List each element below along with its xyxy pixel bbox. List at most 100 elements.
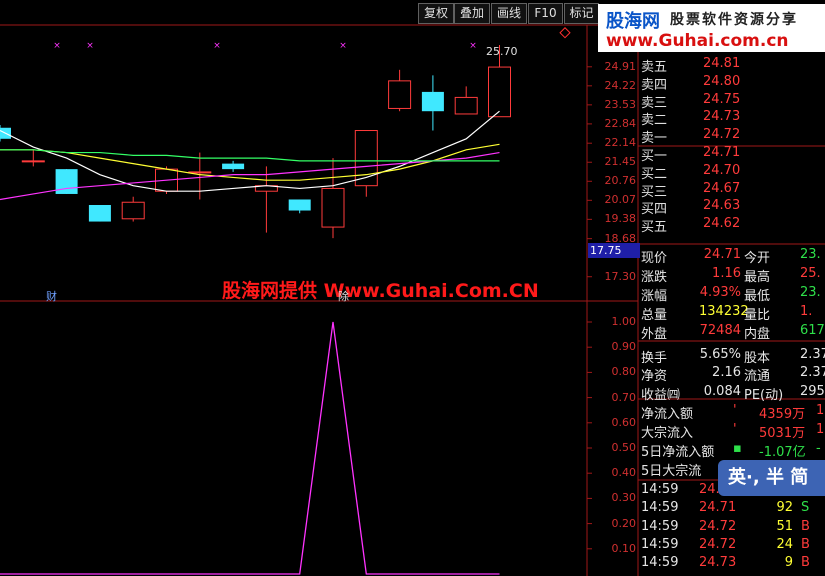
top-signal-marker: ×	[53, 41, 61, 51]
order-book-label: 卖二	[641, 113, 668, 129]
tick-row: 14:59 24.72 24 B	[641, 537, 825, 555]
order-book-price: 24.71	[703, 145, 741, 160]
finance-marker[interactable]: 财	[46, 288, 57, 304]
top-signal-marker: ×	[86, 41, 94, 51]
signal-line	[0, 321, 500, 575]
tick-side: S	[801, 500, 810, 516]
money-flow-row: 5日净流入额 ▪ -1.07亿 -	[641, 441, 825, 460]
order-book-row[interactable]: 卖五 24.81	[641, 56, 825, 75]
quote-label: 现价	[641, 251, 668, 266]
quote-label: 流通	[744, 369, 771, 385]
tick-row: 14:59 24.72 51 B	[641, 519, 825, 537]
money-flow-mark: '	[733, 422, 737, 437]
order-book-price: 24.72	[703, 127, 741, 143]
money-flow-mark: '	[733, 403, 737, 418]
tick-volume: 92	[776, 500, 793, 516]
order-book-label: 买三	[641, 184, 668, 200]
money-flow-value: -1.07亿	[759, 445, 806, 460]
order-book-row[interactable]: 买五 24.62	[641, 216, 825, 235]
order-book-price: 24.70	[703, 162, 741, 178]
tick-price: 24.72	[699, 518, 737, 534]
quote-value: 2.37	[800, 346, 825, 362]
quote-row: 涨跌 1.16 最高 25.	[641, 266, 825, 285]
tick-time: 14:59	[641, 536, 679, 552]
tick-price: 24.73	[699, 555, 737, 571]
tick-side: B	[801, 536, 810, 552]
order-book-price: 24.73	[703, 109, 741, 125]
signal-axis-tick: 0.90	[611, 340, 637, 354]
tick-time: 14:59	[641, 555, 679, 571]
money-flow-row: 大宗流入 ' 5031万 1	[641, 422, 825, 441]
quote-value: 23.	[800, 247, 821, 262]
order-book-row[interactable]: 卖四 24.80	[641, 74, 825, 93]
money-flow-value: 5031万	[759, 426, 806, 441]
price-axis-tick: 21.45	[604, 155, 637, 169]
order-book-row[interactable]: 卖二 24.73	[641, 109, 825, 128]
draw-line-button[interactable]: 画线	[491, 3, 527, 24]
signal-axis-tick: 0.40	[611, 466, 637, 480]
money-flow-tail: -	[816, 441, 821, 456]
price-axis-tick: 24.22	[604, 78, 637, 92]
signal-axis-tick: 0.20	[611, 516, 637, 530]
order-book-row[interactable]: 买一 24.71	[641, 145, 825, 164]
quote-row: 净资 2.16 流通 2.37	[641, 365, 825, 384]
tick-time: 14:59	[641, 500, 679, 516]
candle-body-down	[421, 91, 444, 112]
money-flow-label: 5日净流入额	[641, 445, 715, 460]
price-axis-tick: 24.91	[604, 59, 637, 73]
ex-rights-marker[interactable]: 除	[338, 288, 349, 304]
order-book-row[interactable]: 卖一 24.72	[641, 127, 825, 146]
order-book-row[interactable]: 买二 24.70	[641, 163, 825, 182]
order-book-row[interactable]: 买四 24.63	[641, 198, 825, 217]
quote-value: 617	[800, 322, 825, 338]
order-book-price: 24.80	[703, 73, 741, 89]
signal-axis-tick: 0.50	[611, 441, 637, 454]
signal-axis-tick: 0.60	[611, 415, 637, 429]
candle-body-up	[488, 66, 511, 118]
tick-volume: 24	[776, 536, 793, 552]
signal-axis-tick: 0.80	[611, 365, 637, 379]
quote-label: 最低	[744, 288, 771, 304]
order-book-row[interactable]: 卖三 24.75	[641, 92, 825, 111]
order-book-label: 买一	[641, 149, 668, 164]
quote-value: 72484	[699, 322, 741, 338]
overlay-button[interactable]: 叠加	[454, 3, 490, 24]
quote-value: 295	[800, 384, 825, 400]
tick-price: 24.72	[699, 536, 737, 552]
quote-row: 现价 24.71 今开 23.	[641, 247, 825, 266]
candle-body-down	[288, 199, 311, 211]
ime-status-bar[interactable]: 英·, 半 简	[718, 460, 825, 496]
price-axis-tick: 23.53	[604, 97, 637, 111]
money-flow-label: 5日大宗流	[641, 464, 702, 479]
quote-row: 总量 134232 量比 1.	[641, 304, 825, 323]
order-book-row[interactable]: 买三 24.67	[641, 181, 825, 200]
quote-value: 2.16	[712, 365, 741, 381]
quote-label: 净资	[641, 369, 668, 385]
quote-value: 25.	[800, 265, 821, 281]
order-book-price: 24.67	[703, 180, 741, 196]
tick-price: 24.71	[699, 500, 737, 516]
order-book-price: 24.63	[703, 198, 741, 214]
logo-url: www.Guhai.com.cn	[606, 31, 789, 51]
signal-axis-tick: 0.70	[611, 390, 637, 404]
order-book-label: 买五	[641, 220, 668, 236]
price-axis-tick: 22.14	[604, 136, 637, 150]
restore-rights-button[interactable]: 复权	[418, 3, 454, 24]
f10-button[interactable]: F10	[528, 3, 563, 24]
mark-button[interactable]: 标记	[564, 3, 599, 24]
order-book-label: 卖一	[641, 131, 668, 147]
quote-value: 134232	[699, 303, 749, 319]
price-axis-tick: 22.84	[604, 116, 637, 130]
quote-value: 5.65%	[699, 346, 741, 362]
quote-label: 外盘	[641, 326, 668, 342]
quote-label: 最高	[744, 269, 771, 285]
candle-body-down	[222, 163, 245, 170]
candle-body-down	[88, 205, 111, 222]
money-flow-label: 净流入额	[641, 407, 694, 422]
order-book-label: 卖三	[641, 95, 668, 111]
tick-row: 14:59 24.71 92 S	[641, 500, 825, 518]
moving-average-line	[0, 149, 500, 162]
order-book-label: 买二	[641, 166, 668, 182]
top-signal-marker: ×	[339, 41, 347, 51]
order-book-price: 24.62	[703, 216, 741, 232]
